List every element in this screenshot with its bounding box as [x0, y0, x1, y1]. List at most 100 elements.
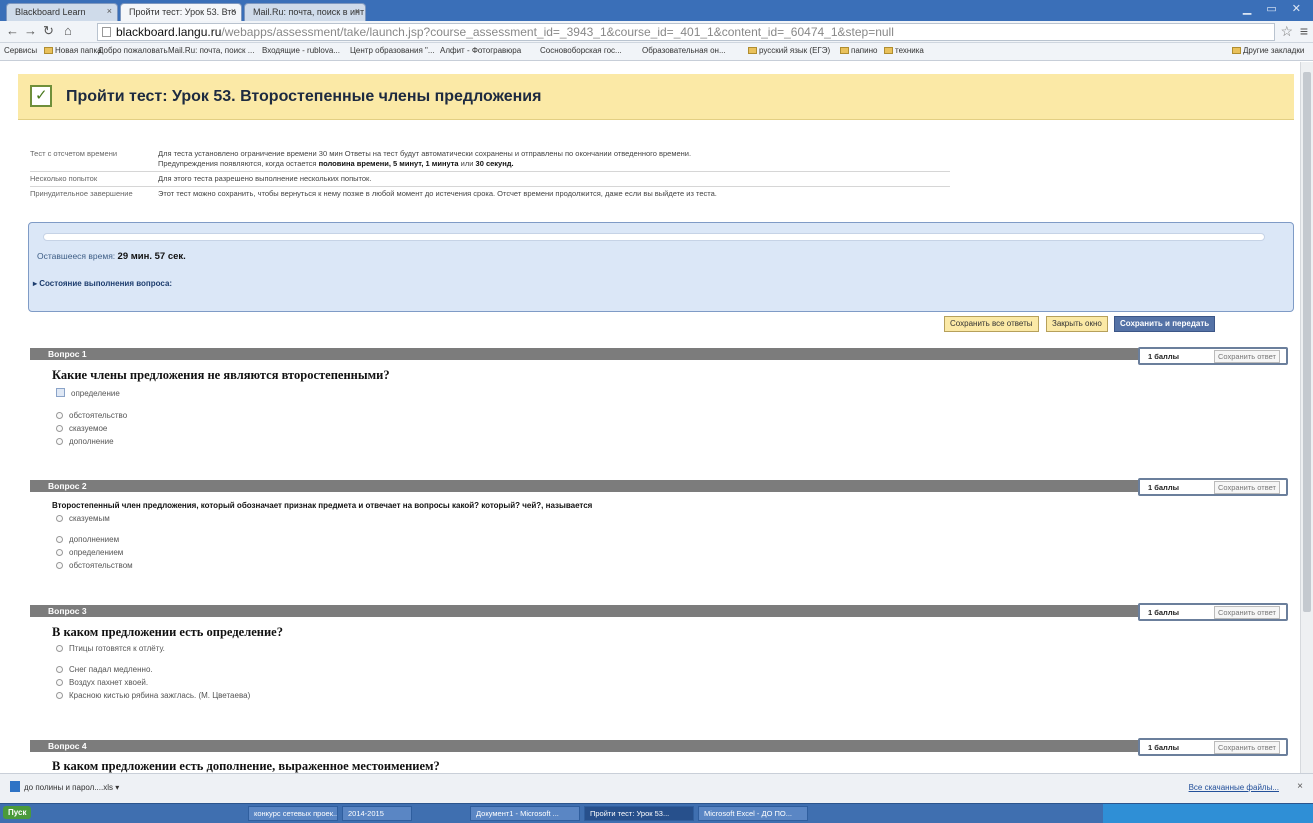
menu-icon[interactable]: ≡ — [1300, 23, 1308, 39]
back-icon[interactable]: ← — [6, 23, 19, 38]
forward-icon[interactable]: → — [24, 23, 37, 38]
radio-button[interactable] — [56, 412, 63, 419]
page-title-banner: Пройти тест: Урок 53. Второстепенные чле… — [18, 74, 1294, 120]
close-icon[interactable]: × — [231, 6, 236, 16]
save-all-button[interactable]: Сохранить все ответы — [944, 316, 1039, 332]
folder-icon — [44, 47, 53, 54]
save-answer-button[interactable]: Сохранить ответ — [1213, 350, 1280, 363]
bookmark-item[interactable]: Алфит - Фотогравюра — [440, 46, 521, 55]
bookmark-star-icon[interactable]: ☆ — [1280, 23, 1293, 40]
page-icon — [102, 27, 111, 37]
radio-button[interactable] — [56, 666, 63, 673]
close-icon[interactable]: × — [1297, 781, 1303, 792]
tab-label: Blackboard Learn — [15, 7, 86, 17]
bookmarks-bar: Сервисы Новая папка Добро пожаловать Mai… — [0, 43, 1313, 61]
radio-button[interactable] — [56, 679, 63, 686]
save-answer-button[interactable]: Сохранить ответ — [1213, 741, 1280, 754]
points-label: 1 баллы — [1148, 483, 1179, 492]
test-info: Тест с отсчетом времени Для теста устано… — [30, 147, 950, 201]
bookmark-item[interactable]: Входящие - rublova... — [262, 46, 340, 55]
radio-button[interactable] — [56, 562, 63, 569]
answer-option[interactable]: определение — [56, 388, 120, 398]
tab-label: Пройти тест: Урок 53. Вто — [129, 7, 237, 17]
folder-icon — [1232, 47, 1241, 54]
answer-option[interactable]: дополнением — [56, 535, 119, 544]
bookmark-item[interactable]: папино — [840, 46, 877, 55]
download-shelf: до полины и парол....xls ▾ Все скачанные… — [0, 773, 1313, 803]
bookmark-item[interactable]: Сервисы — [4, 46, 37, 55]
taskbar-item[interactable]: Документ1 - Microsoft ... — [470, 806, 580, 821]
reload-icon[interactable]: ↻ — [43, 23, 54, 39]
bookmark-item[interactable]: русский язык (ЕГЭ) — [748, 46, 830, 55]
save-answer-button[interactable]: Сохранить ответ — [1213, 481, 1280, 494]
timer-box: Оставшееся время: 29 мин. 57 сек. ▸ Сост… — [28, 222, 1294, 312]
question-points-box: 1 баллы Сохранить ответ — [1138, 347, 1288, 365]
remaining-time-value: 29 мин. 57 сек. — [117, 251, 186, 262]
bookmark-item[interactable]: Центр образования "... — [350, 46, 435, 55]
excel-file-icon — [10, 781, 20, 792]
answer-option[interactable]: обстоятельство — [56, 411, 127, 420]
checkbox[interactable] — [56, 388, 65, 397]
bookmark-item[interactable]: Сосновоборская гос... — [540, 46, 622, 55]
show-all-downloads-link[interactable]: Все скачанные файлы... — [1189, 783, 1279, 792]
radio-button[interactable] — [56, 549, 63, 556]
bookmark-item[interactable]: Добро пожаловать — [98, 46, 168, 55]
scrollbar-thumb[interactable] — [1303, 72, 1311, 612]
info-value: Для теста установлено ограничение времен… — [158, 149, 692, 168]
download-item[interactable]: до полины и парол....xls ▾ — [10, 781, 119, 792]
tab-blackboard[interactable]: Blackboard Learn × — [6, 3, 118, 21]
taskbar-item[interactable]: Microsoft Excel - ДО ПО... — [698, 806, 808, 821]
question-header: Вопрос 4 — [30, 740, 1258, 752]
page-scrollbar[interactable] — [1300, 62, 1313, 773]
info-row-force-completion: Принудительное завершение Этот тест можн… — [30, 187, 950, 201]
answer-option[interactable]: Птицы готовятся к отлёту. — [56, 644, 165, 653]
answer-option[interactable]: Воздух пахнет хвоей. — [56, 678, 148, 687]
tab-mail[interactable]: Mail.Ru: почта, поиск в инт × — [244, 3, 366, 21]
bookmark-item[interactable]: Образовательная он... — [642, 46, 726, 55]
close-icon[interactable]: × — [355, 6, 360, 16]
question-text: В каком предложении есть определение? — [52, 625, 283, 639]
answer-option[interactable]: определением — [56, 548, 123, 557]
page-title: Пройти тест: Урок 53. Второстепенные чле… — [66, 88, 542, 105]
save-answer-button[interactable]: Сохранить ответ — [1213, 606, 1280, 619]
info-row-attempts: Несколько попыток Для этого теста разреш… — [30, 172, 950, 187]
save-submit-button[interactable]: Сохранить и передать — [1114, 316, 1216, 332]
tab-test[interactable]: Пройти тест: Урок 53. Вто × — [120, 3, 242, 21]
radio-button[interactable] — [56, 645, 63, 652]
answer-option[interactable]: сказуемым — [56, 514, 110, 523]
answer-option[interactable]: сказуемое — [56, 424, 107, 433]
bookmark-item[interactable]: Новая папка — [44, 46, 102, 55]
bookmark-item[interactable]: техника — [884, 46, 924, 55]
points-label: 1 баллы — [1148, 352, 1179, 361]
answer-option[interactable]: обстоятельством — [56, 561, 133, 570]
remaining-time: Оставшееся время: 29 мин. 57 сек. — [37, 251, 186, 262]
address-bar[interactable]: blackboard.langu.ru/webapps/assessment/t… — [97, 23, 1275, 41]
bookmark-item-other[interactable]: Другие закладки — [1232, 46, 1304, 55]
radio-button[interactable] — [56, 425, 63, 432]
info-label: Тест с отсчетом времени — [30, 149, 118, 158]
timer-progress-bar — [43, 233, 1265, 241]
bookmark-item[interactable]: Mail.Ru: почта, поиск ... — [168, 46, 254, 55]
radio-button[interactable] — [56, 692, 63, 699]
start-button[interactable]: Пуск — [3, 806, 32, 819]
close-window-button[interactable]: Закрыть окно — [1046, 316, 1108, 332]
url-path: /webapps/assessment/take/launch.jsp?cour… — [221, 25, 894, 39]
taskbar-item-active[interactable]: Пройти тест: Урок 53... — [584, 806, 694, 821]
radio-button[interactable] — [56, 536, 63, 543]
info-value: Этот тест можно сохранить, чтобы вернуть… — [158, 189, 717, 198]
taskbar-item[interactable]: конкурс сетевых проек... — [248, 806, 338, 821]
system-tray — [1103, 804, 1313, 823]
taskbar-item[interactable]: 2014-2015 — [342, 806, 412, 821]
radio-button[interactable] — [56, 438, 63, 445]
home-icon[interactable]: ⌂ — [64, 23, 72, 38]
close-icon[interactable]: × — [107, 6, 112, 16]
window-controls[interactable]: ▁ ▭ ✕ — [1243, 2, 1307, 15]
answer-option[interactable]: Красною кистью рябина зажглась. (М. Цвет… — [56, 691, 250, 700]
radio-button[interactable] — [56, 515, 63, 522]
question-header: Вопрос 2 — [30, 480, 1258, 492]
chevron-down-icon[interactable]: ▾ — [115, 783, 119, 792]
question-text: Какие члены предложения не являются втор… — [52, 368, 390, 382]
answer-option[interactable]: Снег падал медленно. — [56, 665, 153, 674]
question-status-toggle[interactable]: ▸ Состояние выполнения вопроса: — [33, 279, 172, 288]
answer-option[interactable]: дополнение — [56, 437, 114, 446]
